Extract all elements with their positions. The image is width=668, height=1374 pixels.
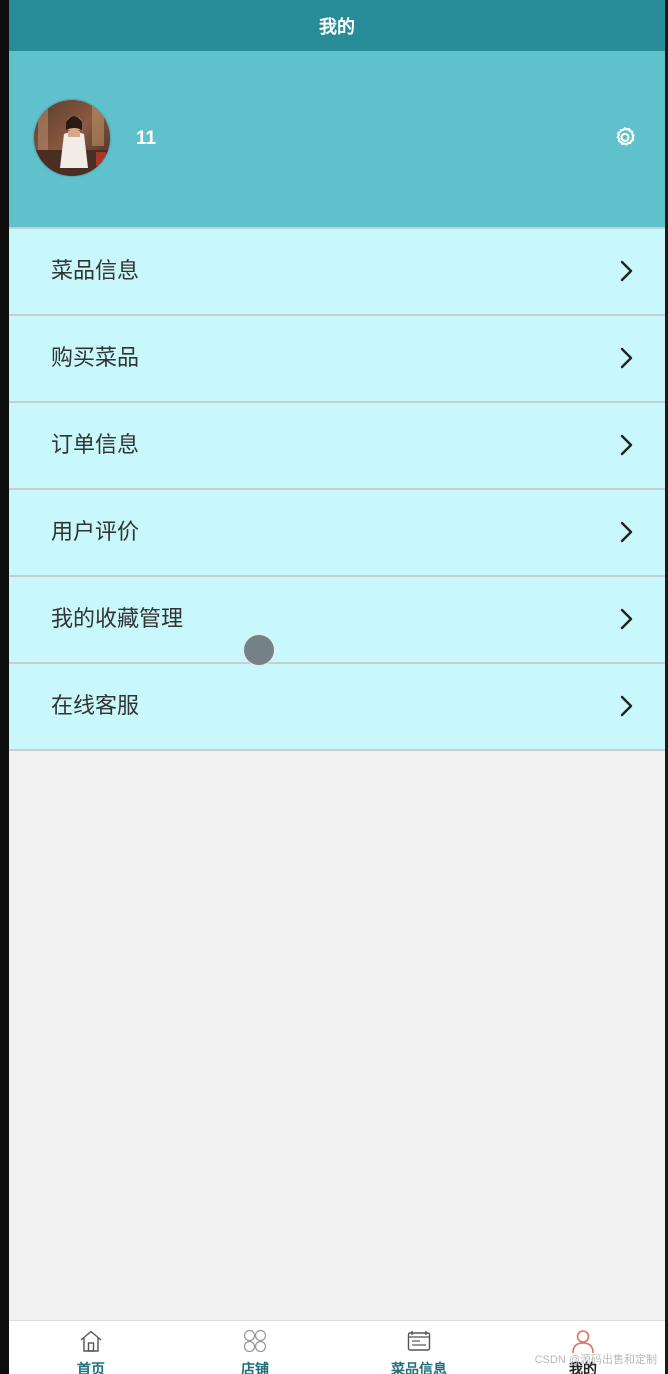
gear-icon <box>616 127 635 146</box>
touch-indicator <box>243 634 275 666</box>
chevron-right-icon <box>620 434 633 456</box>
app-screen: 我的 11 菜品信息 购买菜品 订单信息 用户评价 我的收藏管理 在线客服 首页… <box>9 0 665 1374</box>
chevron-right-icon <box>620 695 633 717</box>
avatar-photo-icon <box>34 100 110 176</box>
menu-item-label: 我的收藏管理 <box>51 607 184 632</box>
menu-item-favorites[interactable]: 我的收藏管理 <box>9 575 665 662</box>
menu-item-label: 菜品信息 <box>51 259 140 284</box>
menu-item-label: 购买菜品 <box>51 346 140 371</box>
list-icon <box>407 1331 431 1351</box>
username: 11 <box>136 128 157 149</box>
tab-home[interactable]: 首页 <box>9 1321 173 1374</box>
menu-item-label: 订单信息 <box>51 433 140 458</box>
settings-button[interactable] <box>611 125 639 153</box>
chevron-right-icon <box>620 260 633 282</box>
tab-label: 首页 <box>77 1362 105 1374</box>
profile-header: 11 <box>9 51 665 227</box>
avatar[interactable] <box>34 100 110 176</box>
menu-list: 菜品信息 购买菜品 订单信息 用户评价 我的收藏管理 在线客服 <box>9 227 665 751</box>
chevron-right-icon <box>620 347 633 369</box>
menu-item-label: 用户评价 <box>51 520 140 545</box>
menu-item-user-review[interactable]: 用户评价 <box>9 488 665 575</box>
chevron-right-icon <box>620 521 633 543</box>
tab-label: 店铺 <box>241 1362 269 1374</box>
watermark-text: CSDN @源码出售和定制 <box>534 1354 657 1366</box>
home-icon <box>80 1330 102 1352</box>
tab-dish-info[interactable]: 菜品信息 <box>337 1321 501 1374</box>
tab-label: 菜品信息 <box>391 1362 447 1374</box>
menu-item-online-service[interactable]: 在线客服 <box>9 662 665 751</box>
top-navigation-bar: 我的 <box>9 0 665 51</box>
menu-item-buy-dish[interactable]: 购买菜品 <box>9 314 665 401</box>
menu-item-label: 在线客服 <box>51 694 140 719</box>
tab-shop[interactable]: 店铺 <box>173 1321 337 1374</box>
grid-icon <box>243 1329 267 1353</box>
page-title: 我的 <box>319 16 355 38</box>
menu-item-order-info[interactable]: 订单信息 <box>9 401 665 488</box>
menu-item-dish-info[interactable]: 菜品信息 <box>9 227 665 314</box>
chevron-right-icon <box>620 608 633 630</box>
